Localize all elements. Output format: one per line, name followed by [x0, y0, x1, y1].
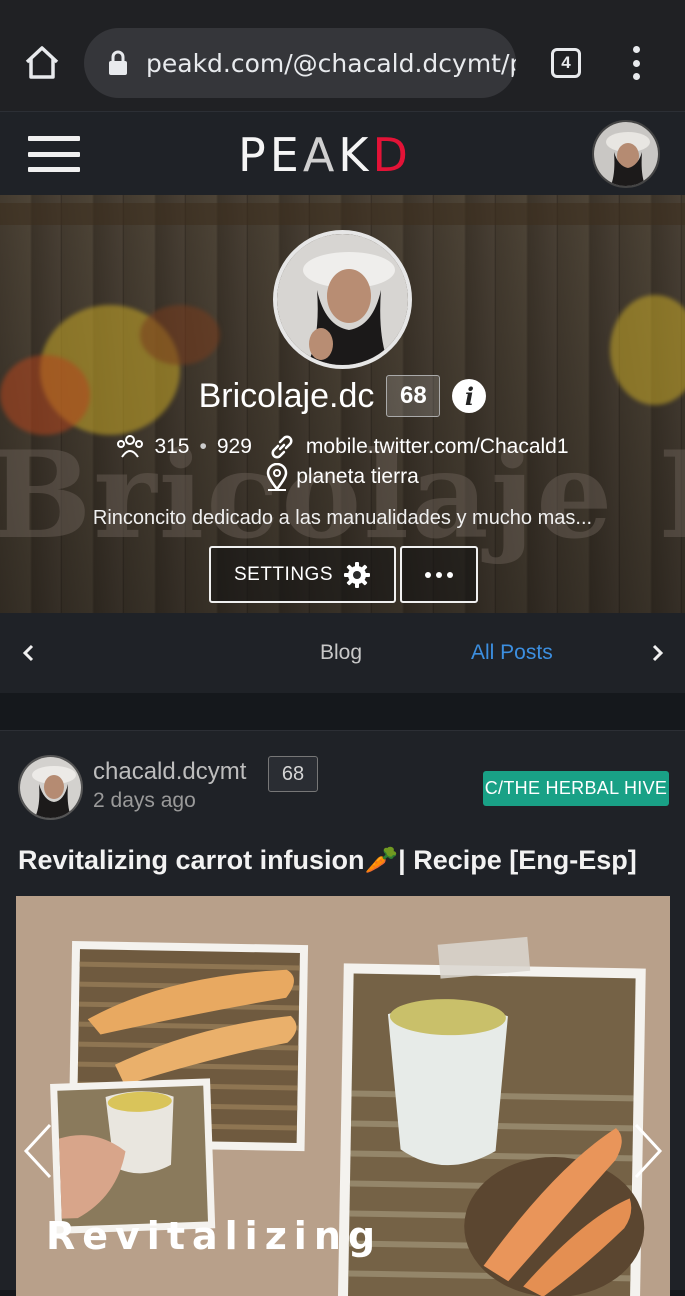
gear-icon [344, 561, 370, 588]
url-text: peakd.com/@chacald.dcymt/po [146, 48, 516, 78]
profile-tabs: Blog All Posts [0, 613, 685, 693]
address-bar[interactable]: peakd.com/@chacald.dcymt/po [84, 28, 516, 98]
followers-icon [117, 435, 144, 458]
logo-text-k: K [338, 128, 373, 182]
profile-name: Bricolaje.dc [198, 376, 375, 415]
hamburger-menu-icon[interactable] [28, 136, 80, 172]
post-image[interactable]: Revitalizing [16, 896, 670, 1296]
profile-about: Rinconcito dedicado a las manualidades y… [92, 507, 593, 529]
link-icon [271, 435, 293, 459]
post-author-name[interactable]: chacald.dcymt [93, 758, 246, 786]
post-author-reputation: 68 [268, 756, 318, 792]
profile-stats: 315 • 929 mobile.twitter.com/Chacald1 [0, 433, 685, 461]
chevron-left-icon[interactable] [17, 641, 41, 665]
settings-label: SETTINGS [233, 563, 333, 585]
user-avatar[interactable] [592, 120, 660, 188]
info-icon[interactable]: i [452, 379, 487, 413]
logo-text-d: D [372, 128, 412, 182]
image-caption: Revitalizing [46, 1214, 383, 1258]
logo-text-pe: PE [238, 128, 303, 182]
profile-name-row: Bricolaje.dc 68 i [0, 375, 685, 417]
home-icon[interactable] [22, 42, 62, 82]
logo-text-a: A [302, 128, 339, 182]
post-card: chacald.dcymt 68 2 days ago C/THE HERBAL… [0, 730, 685, 1296]
reputation-badge: 68 [386, 375, 441, 417]
community-badge[interactable]: C/THE HERBAL HIVE [483, 771, 669, 806]
carousel-next-icon[interactable] [630, 1121, 666, 1181]
followers-count[interactable]: 315 [154, 435, 189, 459]
carousel-prev-icon[interactable] [20, 1121, 56, 1181]
peakd-logo[interactable]: PE A K D [238, 128, 412, 182]
browser-menu-icon[interactable] [628, 46, 644, 80]
post-title[interactable]: Revitalizing carrot infusion🥕| Recipe [E… [18, 844, 637, 876]
profile-avatar[interactable] [273, 230, 412, 369]
post-author-avatar[interactable] [18, 755, 83, 820]
post-timestamp[interactable]: 2 days ago [93, 789, 196, 813]
paint-splat [140, 305, 220, 365]
app-header: PE A K D [0, 111, 685, 195]
website-link[interactable]: mobile.twitter.com/Chacald1 [306, 435, 569, 459]
more-options-button[interactable] [400, 546, 478, 603]
tab-all-posts[interactable]: All Posts [471, 641, 553, 665]
banner-plank [0, 203, 685, 225]
following-count[interactable]: 929 [217, 435, 252, 459]
location-text: planeta tierra [296, 465, 419, 488]
browser-toolbar: peakd.com/@chacald.dcymt/po 4 [0, 0, 685, 111]
chevron-right-icon[interactable] [645, 641, 669, 665]
location-row: planeta tierra [0, 463, 685, 491]
tab-switcher-button[interactable]: 4 [551, 48, 581, 78]
settings-button[interactable]: SETTINGS [209, 546, 396, 603]
profile-banner: Bricolaje Dc Bricolaje.dc 68 i 315 • 929… [0, 195, 685, 613]
profile-actions: SETTINGS [209, 546, 478, 603]
stat-separator: • [199, 435, 207, 458]
lock-icon [109, 50, 127, 75]
tab-blog[interactable]: Blog [320, 641, 362, 665]
map-pin-icon [266, 463, 288, 491]
